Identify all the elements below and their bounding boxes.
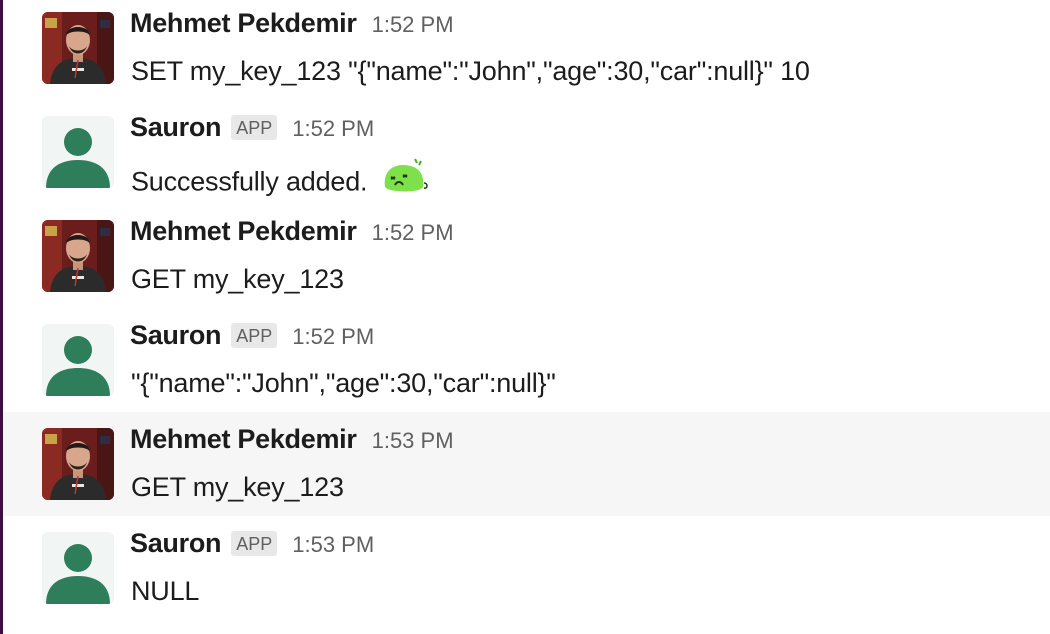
message-item[interactable]: Mehmet Pekdemir 1:52 PM GET my_key_123 <box>3 208 1050 312</box>
app-badge: APP <box>231 531 278 556</box>
bot-avatar[interactable] <box>42 324 114 396</box>
message-item[interactable]: Sauron APP 1:52 PM Successfully added. <box>3 104 1050 208</box>
user-avatar[interactable] <box>42 428 114 500</box>
message-timestamp[interactable]: 1:52 PM <box>372 12 454 38</box>
sender-name[interactable]: Mehmet Pekdemir <box>130 216 357 247</box>
message-text: SET my_key_123 "{"name":"John","age":30,… <box>131 56 810 86</box>
message-header: Mehmet Pekdemir 1:52 PM <box>130 8 454 42</box>
message-header: Mehmet Pekdemir 1:53 PM <box>130 424 454 458</box>
message-item[interactable]: Sauron APP 1:53 PM NULL <box>3 516 1050 634</box>
user-photo-icon <box>42 220 114 292</box>
message-timestamp[interactable]: 1:52 PM <box>372 220 454 246</box>
message-text: GET my_key_123 <box>131 264 344 294</box>
message-timestamp[interactable]: 1:52 PM <box>292 324 374 350</box>
green-blob-emoji-icon[interactable] <box>381 157 429 204</box>
app-badge: APP <box>231 323 278 348</box>
message-timestamp[interactable]: 1:52 PM <box>292 116 374 142</box>
user-avatar[interactable] <box>42 220 114 292</box>
message-header: Sauron APP 1:53 PM <box>130 528 374 562</box>
message-item[interactable]: Sauron APP 1:52 PM "{"name":"John","age"… <box>3 312 1050 412</box>
message-header: Mehmet Pekdemir 1:52 PM <box>130 216 454 250</box>
sender-name[interactable]: Mehmet Pekdemir <box>130 424 357 455</box>
message-text: GET my_key_123 <box>131 472 344 502</box>
message-text-content: Successfully added. <box>131 166 368 197</box>
sender-name[interactable]: Mehmet Pekdemir <box>130 8 357 39</box>
message-text: Successfully added. <box>131 157 429 207</box>
message-timestamp[interactable]: 1:53 PM <box>292 532 374 558</box>
sender-name[interactable]: Sauron <box>130 320 222 351</box>
bot-avatar[interactable] <box>42 116 114 188</box>
message-header: Sauron APP 1:52 PM <box>130 320 374 354</box>
user-avatar[interactable] <box>42 12 114 84</box>
user-photo-icon <box>42 12 114 84</box>
sender-name[interactable]: Sauron <box>130 528 222 559</box>
message-timestamp[interactable]: 1:53 PM <box>372 428 454 454</box>
message-header: Sauron APP 1:52 PM <box>130 112 374 146</box>
app-badge: APP <box>231 115 278 140</box>
person-icon <box>46 544 110 604</box>
message-text: NULL <box>131 576 200 606</box>
bot-avatar[interactable] <box>42 532 114 604</box>
person-icon <box>46 128 110 188</box>
message-item[interactable]: Mehmet Pekdemir 1:53 PM GET my_key_123 <box>3 412 1050 516</box>
message-item[interactable]: Mehmet Pekdemir 1:52 PM SET my_key_123 "… <box>3 0 1050 104</box>
user-photo-icon <box>42 428 114 500</box>
sender-name[interactable]: Sauron <box>130 112 222 143</box>
message-text: "{"name":"John","age":30,"car":null}" <box>131 368 556 398</box>
message-list: Mehmet Pekdemir 1:52 PM SET my_key_123 "… <box>0 0 1050 634</box>
person-icon <box>46 336 110 396</box>
